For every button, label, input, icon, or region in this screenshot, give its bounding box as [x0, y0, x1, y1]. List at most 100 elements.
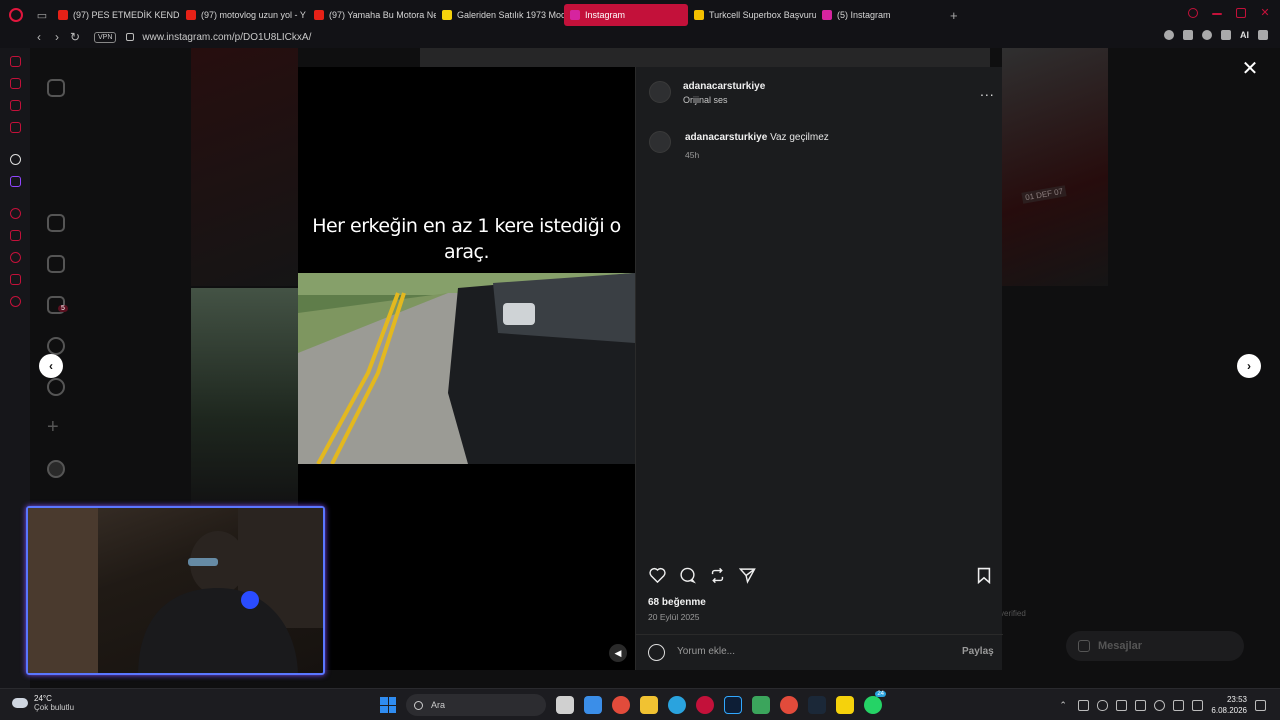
grid-post-tile[interactable]: [191, 288, 298, 506]
opera-icon[interactable]: [696, 696, 714, 714]
post-media[interactable]: Her erkeğin en az 1 kere istediği o araç…: [298, 67, 635, 670]
browser-tab[interactable]: (5) Instagram: [816, 4, 944, 26]
create-icon[interactable]: +: [47, 417, 65, 437]
reload-icon[interactable]: ↻: [66, 30, 84, 44]
power-icon[interactable]: [1154, 699, 1166, 711]
audio-label[interactable]: Orijinal ses: [683, 95, 728, 105]
twitch-icon[interactable]: [10, 176, 21, 187]
comment-icon[interactable]: [678, 566, 696, 584]
more-options-icon[interactable]: ...: [980, 83, 995, 99]
extensions-sidebar-icon[interactable]: [10, 274, 21, 285]
profile-icon[interactable]: [1202, 30, 1212, 40]
next-post-button[interactable]: ›: [1237, 354, 1261, 378]
volume-icon[interactable]: [1135, 699, 1147, 711]
weather-widget[interactable]: 24°C Çok bulutlu: [12, 694, 74, 712]
notes-app-icon[interactable]: [836, 696, 854, 714]
file-explorer-icon[interactable]: [640, 696, 658, 714]
new-tab-button[interactable]: +: [950, 8, 958, 23]
extensions-icon[interactable]: [1183, 30, 1193, 40]
video-frame[interactable]: [298, 273, 635, 464]
close-window-icon[interactable]: ✕: [1260, 8, 1270, 19]
browser-tab[interactable]: Galeriden Satılık 1973 Mod: [436, 4, 564, 26]
like-heart-icon[interactable]: [648, 566, 666, 584]
printer-icon[interactable]: [1173, 699, 1185, 711]
notifications-tray-icon[interactable]: [1255, 699, 1266, 711]
history-icon[interactable]: [10, 252, 21, 263]
player-icon[interactable]: [10, 208, 21, 219]
url-field[interactable]: www.instagram.com/p/DO1U8LICkxA/: [142, 32, 311, 43]
microphone-icon[interactable]: [1097, 699, 1109, 711]
aria-ai-button[interactable]: AI: [1240, 30, 1249, 40]
tab-favicon-icon: [442, 10, 452, 20]
post-details-panel: adanacarsturkiye Orijinal ses ... adanac…: [635, 67, 1003, 670]
whatsapp-icon[interactable]: [10, 122, 21, 133]
search-icon[interactable]: [47, 337, 65, 355]
settings-icon[interactable]: [10, 296, 21, 307]
grid-post-tile[interactable]: [1002, 48, 1108, 286]
speed-dial-icon[interactable]: [10, 56, 21, 67]
tab-favicon-icon: [186, 10, 196, 20]
browser-tab[interactable]: Instagram: [564, 4, 688, 26]
profile-avatar[interactable]: [47, 460, 65, 478]
battery-icon[interactable]: [1192, 699, 1204, 711]
messenger-icon[interactable]: [10, 100, 21, 111]
whatsapp-taskbar-icon[interactable]: 24: [864, 691, 886, 714]
forward-icon[interactable]: ›: [48, 30, 66, 44]
emoji-icon[interactable]: [648, 644, 665, 661]
notifications-icon[interactable]: [47, 378, 65, 396]
caption-username[interactable]: adanacarsturkiye: [685, 132, 767, 143]
aria-icon[interactable]: [10, 78, 21, 89]
browser-tab[interactable]: (97) Yamaha Bu Motora Ne: [308, 4, 436, 26]
browser-tab[interactable]: Turkcell Superbox Başvuru: [688, 4, 816, 26]
reels-icon[interactable]: [47, 255, 65, 273]
back-icon[interactable]: ‹: [30, 30, 48, 44]
maximize-icon[interactable]: [1236, 8, 1246, 18]
download-icon[interactable]: [1221, 30, 1231, 40]
previous-post-button[interactable]: ‹: [39, 354, 63, 378]
grid-post-tile[interactable]: [191, 48, 298, 286]
author-username[interactable]: adanacarsturkiye: [683, 81, 765, 92]
chevron-up-icon[interactable]: ⌃: [1059, 700, 1070, 711]
tab-label: (5) Instagram: [837, 10, 891, 20]
task-view-icon[interactable]: [556, 696, 574, 714]
chrome-alt-icon[interactable]: [780, 696, 798, 714]
notepad-icon[interactable]: [584, 696, 602, 714]
mute-icon[interactable]: ◀: [609, 644, 627, 662]
discord-icon[interactable]: [752, 696, 770, 714]
network-off-icon[interactable]: [1078, 699, 1090, 711]
telegram-icon[interactable]: [668, 696, 686, 714]
share-button[interactable]: Paylaş: [962, 646, 994, 657]
like-count[interactable]: 68 beğenme: [648, 597, 706, 608]
chrome-icon[interactable]: [612, 696, 630, 714]
author-avatar[interactable]: [649, 81, 671, 103]
lock-icon[interactable]: [126, 33, 135, 41]
clock[interactable]: 23:53 6.08.2026: [1211, 694, 1247, 716]
minimize-icon[interactable]: [1212, 13, 1222, 15]
repost-icon[interactable]: [708, 566, 726, 584]
chatgpt-icon[interactable]: [10, 154, 21, 165]
verified-label: verified: [1000, 609, 1026, 618]
share-icon[interactable]: [738, 566, 756, 584]
instagram-logo-icon[interactable]: [47, 79, 65, 97]
grid-post-tile[interactable]: [420, 48, 990, 67]
display-icon[interactable]: [1116, 699, 1128, 711]
windows-start-icon[interactable]: [380, 697, 396, 713]
steam-icon[interactable]: [808, 696, 826, 714]
pinboard-icon[interactable]: [10, 230, 21, 241]
comment-input[interactable]: [677, 646, 937, 657]
caption-avatar[interactable]: [649, 131, 671, 153]
home-icon[interactable]: [47, 214, 65, 232]
browser-tab[interactable]: (97) motovlog uzun yol - Y: [180, 4, 308, 26]
vpn-badge[interactable]: VPN: [94, 31, 117, 43]
address-bar: ‹ › ↻ VPN www.instagram.com/p/DO1U8LICkx…: [0, 26, 1280, 48]
messages-bar[interactable]: Mesajlar: [1066, 631, 1244, 661]
search-tabs-icon[interactable]: [1188, 8, 1198, 18]
whatsapp-badge: 24: [875, 691, 886, 697]
easy-setup-icon[interactable]: [1258, 30, 1268, 40]
save-bookmark-icon[interactable]: [975, 566, 993, 584]
vpn-globe-icon[interactable]: [1164, 30, 1174, 40]
browser-tab[interactable]: (97) PES ETMEDİK KENDİN: [52, 4, 180, 26]
photoshop-icon[interactable]: [724, 696, 742, 714]
close-modal-icon[interactable]: ✕: [1240, 59, 1260, 80]
taskbar-search[interactable]: Ara: [406, 694, 546, 716]
